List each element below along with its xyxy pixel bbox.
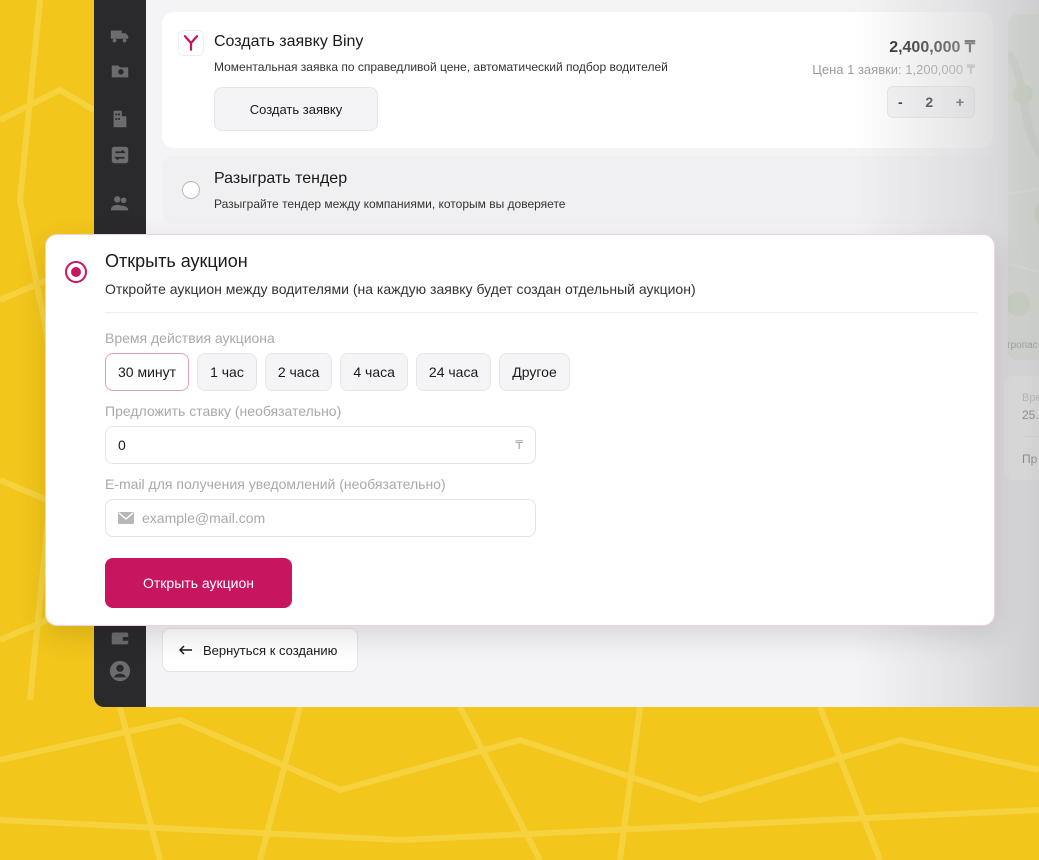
duration-option-4h[interactable]: 4 часа — [340, 353, 408, 391]
email-label: E-mail для получения уведомлений (необяз… — [105, 476, 446, 492]
bid-input[interactable]: 0 ₸ — [105, 426, 536, 464]
biny-logo-icon — [178, 30, 204, 56]
auction-subtitle: Откройте аукцион между водителями (на ка… — [105, 281, 696, 297]
email-field[interactable]: example@mail.com — [105, 499, 536, 537]
duration-option-2h[interactable]: 2 часа — [264, 353, 333, 391]
tender-card-title: Разыграть тендер — [214, 170, 348, 187]
map-place-label: тропас — [1008, 340, 1038, 351]
biny-request-card[interactable]: Создать заявку Biny Моментальная заявка … — [162, 12, 993, 148]
duration-option-other[interactable]: Другое — [499, 353, 570, 391]
mail-icon — [118, 512, 134, 524]
biny-card-subtitle: Моментальная заявка по справедливой цене… — [214, 60, 668, 74]
create-request-button[interactable]: Создать заявку — [214, 87, 378, 131]
tenge-icon: ₸ — [515, 438, 523, 452]
increment-button[interactable]: + — [956, 94, 964, 110]
tender-radio[interactable] — [182, 181, 200, 199]
info-divider — [1022, 436, 1039, 437]
tender-card[interactable]: Разыграть тендер Разыграйте тендер между… — [162, 156, 993, 224]
info-panel: Вре 25. Пр — [1004, 376, 1039, 480]
info-label: Вре — [1022, 392, 1039, 404]
bid-label: Предложить ставку (необязательно) — [105, 403, 342, 419]
folder-icon[interactable] — [108, 60, 132, 82]
quantity-stepper: - 2 + — [887, 86, 975, 118]
map-panel[interactable]: тропас — [1008, 14, 1039, 360]
info-label-2: Пр — [1022, 452, 1038, 466]
back-button-label: Вернуться к созданию — [203, 642, 338, 658]
quantity-value: 2 — [925, 94, 934, 110]
duration-option-30min[interactable]: 30 минут — [105, 353, 190, 391]
arrow-left-icon — [178, 643, 193, 658]
total-price: 2,400,000 ₸ — [889, 39, 975, 56]
back-to-create-button[interactable]: Вернуться к созданию — [162, 628, 358, 672]
auction-radio[interactable] — [65, 261, 87, 283]
wallet-icon[interactable] — [108, 627, 132, 649]
email-placeholder: example@mail.com — [142, 510, 266, 526]
exchange-icon[interactable] — [108, 144, 132, 166]
duration-options: 30 минут 1 час 2 часа 4 часа 24 часа Дру… — [105, 353, 570, 391]
auction-card: Открыть аукцион Откройте аукцион между в… — [45, 234, 995, 626]
duration-option-24h[interactable]: 24 часа — [415, 353, 492, 391]
unit-price: Цена 1 заявки: 1,200,000 ₸ — [812, 62, 975, 77]
open-auction-button[interactable]: Открыть аукцион — [105, 558, 292, 608]
info-value: 25. — [1022, 408, 1039, 422]
divider — [105, 312, 977, 313]
truck-icon[interactable] — [108, 25, 132, 47]
biny-card-title: Создать заявку Biny — [214, 33, 364, 50]
tender-card-subtitle: Разыграйте тендер между компаниями, кото… — [214, 197, 566, 211]
duration-option-1h[interactable]: 1 час — [197, 353, 257, 391]
bid-value: 0 — [118, 437, 126, 453]
users-icon[interactable] — [108, 192, 132, 214]
duration-label: Время действия аукциона — [105, 330, 275, 346]
building-icon[interactable] — [108, 108, 132, 130]
decrement-button[interactable]: - — [898, 94, 903, 110]
auction-title: Открыть аукцион — [105, 251, 248, 271]
user-avatar-icon[interactable] — [108, 660, 132, 682]
